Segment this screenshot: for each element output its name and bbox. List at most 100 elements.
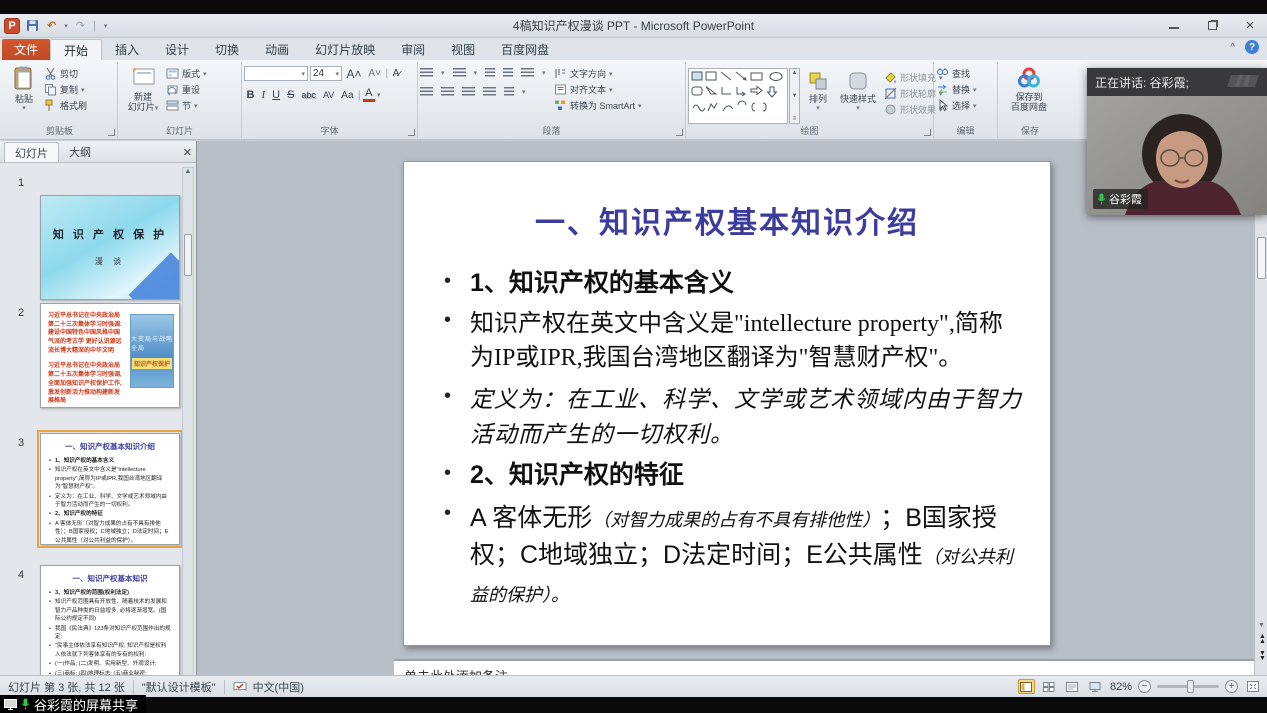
numbering-icon[interactable] [453,68,466,78]
character-spacing-button[interactable]: AV [320,90,336,100]
panel-scrollbar[interactable]: ▲ [182,167,194,677]
line-spacing-icon[interactable] [521,68,534,78]
font-color-button[interactable]: A [363,88,375,102]
slide-thumbnail-1[interactable]: 知 识 产 权 保 护 漫 谈 [40,195,180,300]
align-center-icon[interactable] [441,87,454,97]
panel-close-icon[interactable]: ✕ [183,146,192,159]
slide-bullet-1: 1、知识产权的基本含义 [470,268,1022,299]
zoom-out-icon[interactable]: − [1138,680,1151,693]
layout-button[interactable]: 版式▾ [166,67,207,80]
find-button[interactable]: 查找 [936,67,977,80]
undo-icon[interactable]: ↶ [45,17,58,35]
copy-button[interactable]: 复制▾ [44,83,87,96]
font-name-combobox[interactable]: ▾ [244,66,308,81]
columns-icon[interactable] [504,87,514,97]
editor-scrollbar-thumb[interactable] [1257,237,1266,279]
decrease-indent-icon[interactable] [485,68,495,78]
undo-dropdown-icon[interactable]: ▾ [62,17,70,35]
help-icon[interactable]: ? [1245,40,1259,54]
minimize-button[interactable] [1163,17,1185,33]
underline-button[interactable]: U [270,89,283,101]
text-shadow-button[interactable]: abc [299,90,319,100]
collapse-ribbon-icon[interactable]: ^ [1230,42,1235,53]
shapes-gallery[interactable] [688,68,788,124]
quick-styles-button[interactable]: 快速样式▾ [836,68,880,124]
align-left-icon[interactable] [420,87,433,97]
fit-to-window-icon[interactable] [1244,679,1261,694]
paragraph-dialog-launcher[interactable] [676,129,683,136]
current-slide[interactable]: 一、知识产权基本知识介绍 •1、知识产权的基本含义 •知识产权在英文中含义是"i… [403,161,1051,646]
strikethrough-button[interactable]: S [285,89,297,101]
tab-file[interactable]: 文件 [2,39,50,60]
tab-design[interactable]: 设计 [152,39,202,60]
grow-font-icon[interactable]: A˄ [344,67,364,81]
slide-body[interactable]: •1、知识产权的基本含义 •知识产权在英文中含义是"intellecture p… [444,268,1022,612]
slide-sorter-view-button[interactable] [1041,679,1058,694]
tab-animations[interactable]: 动画 [252,39,302,60]
tab-baidu-netdisk[interactable]: 百度网盘 [488,39,562,60]
zoom-level[interactable]: 82% [1110,681,1132,693]
reading-view-button[interactable] [1064,679,1081,694]
theme-status[interactable]: "默认设计模板" [142,679,216,695]
customize-qat-icon[interactable]: ▾ [102,17,110,35]
clear-formatting-icon[interactable]: A̷ [390,68,402,79]
select-button[interactable]: 选择▾ [936,99,977,112]
bullets-icon[interactable] [420,68,433,78]
reset-button[interactable]: 重设 [166,83,207,96]
clipboard-dialog-launcher[interactable] [108,129,115,136]
meeting-video-overlay[interactable]: 正在讲话: 谷彩霞; [1087,68,1267,215]
tab-insert[interactable]: 插入 [102,39,152,60]
slide-thumbnail-3-selected[interactable]: 一、知识产权基本知识介绍 •1、知识产权的基本含义 •知识产权在英文中含义是"i… [40,433,180,545]
convert-to-smartart-button[interactable]: 转换为 SmartArt▾ [554,99,642,112]
italic-button[interactable]: I [259,89,268,101]
format-painter-button[interactable]: 格式刷 [44,99,87,112]
new-slide-button[interactable]: 新建幻灯片▾ [120,64,166,124]
change-case-button[interactable]: Aa [339,90,356,101]
zoom-in-icon[interactable]: + [1225,680,1238,693]
spell-check-icon[interactable] [233,681,247,693]
tab-transitions[interactable]: 切换 [202,39,252,60]
next-slide-button[interactable]: ▼▼ [1259,651,1264,662]
tab-review[interactable]: 审阅 [388,39,438,60]
language-status[interactable]: 中文(中国) [253,679,304,695]
panel-scrollbar-thumb[interactable] [184,234,192,276]
tab-slideshow[interactable]: 幻灯片放映 [302,39,388,60]
increase-indent-icon[interactable] [503,68,513,78]
close-button[interactable]: × [1239,17,1261,33]
align-right-icon[interactable] [462,87,475,97]
section-button[interactable]: 节▾ [166,99,207,112]
screen-share-banner[interactable]: 谷彩霞的屏幕共享 [0,695,146,713]
tab-view[interactable]: 视图 [438,39,488,60]
redo-icon[interactable]: ↷ [74,17,87,35]
replace-button[interactable]: 替换▾ [936,83,977,96]
editor-scrollbar[interactable]: ▼ ▲▲ ▼▼ [1254,141,1267,689]
save-icon[interactable] [24,17,41,35]
justify-icon[interactable] [483,87,496,97]
bold-button[interactable]: B [244,89,257,101]
slide-title[interactable]: 一、知识产权基本知识介绍 [434,198,1020,242]
font-dialog-launcher[interactable] [408,129,415,136]
slide-thumbnail-2[interactable]: 习近平总书记在中央政治局第二十三次集体学习时强调: 建设中国特色中国风格中国气派… [40,303,180,408]
previous-slide-button[interactable]: ▲▲ [1259,634,1264,645]
powerpoint-app-icon[interactable]: P [4,18,20,34]
slide-thumbnail-4[interactable]: 一、知识产权基本知识 •3、知识产权的范围(权利法定) •知识产权范围具有开放性… [40,565,180,677]
zoom-slider[interactable] [1157,685,1219,688]
scroll-down-icon[interactable]: ▼ [1258,623,1265,628]
save-to-baidu-button[interactable]: 保存到百度网盘 [1000,64,1058,124]
restore-button[interactable] [1201,17,1223,33]
cut-button[interactable]: 剪切 [44,67,87,80]
align-text-button[interactable]: 对齐文本▾ [554,83,642,96]
arrange-button[interactable]: 排列▾ [800,68,836,124]
tab-slides-thumbnails[interactable]: 幻灯片 [4,142,59,162]
normal-view-button[interactable] [1018,679,1035,694]
paste-button[interactable]: 粘贴▾ [4,64,44,124]
zoom-slider-thumb[interactable] [1187,680,1194,693]
shapes-gallery-scrollbar[interactable]: ▲▼≡ [789,68,800,124]
drawing-dialog-launcher[interactable] [924,129,931,136]
tab-home[interactable]: 开始 [50,39,102,60]
slideshow-view-button[interactable] [1087,679,1104,694]
shrink-font-icon[interactable]: A˅ [366,68,384,79]
text-direction-button[interactable]: 文字方向▾ [554,67,642,80]
font-size-combobox[interactable]: 24▾ [310,66,342,81]
tab-outline[interactable]: 大纲 [59,142,101,162]
